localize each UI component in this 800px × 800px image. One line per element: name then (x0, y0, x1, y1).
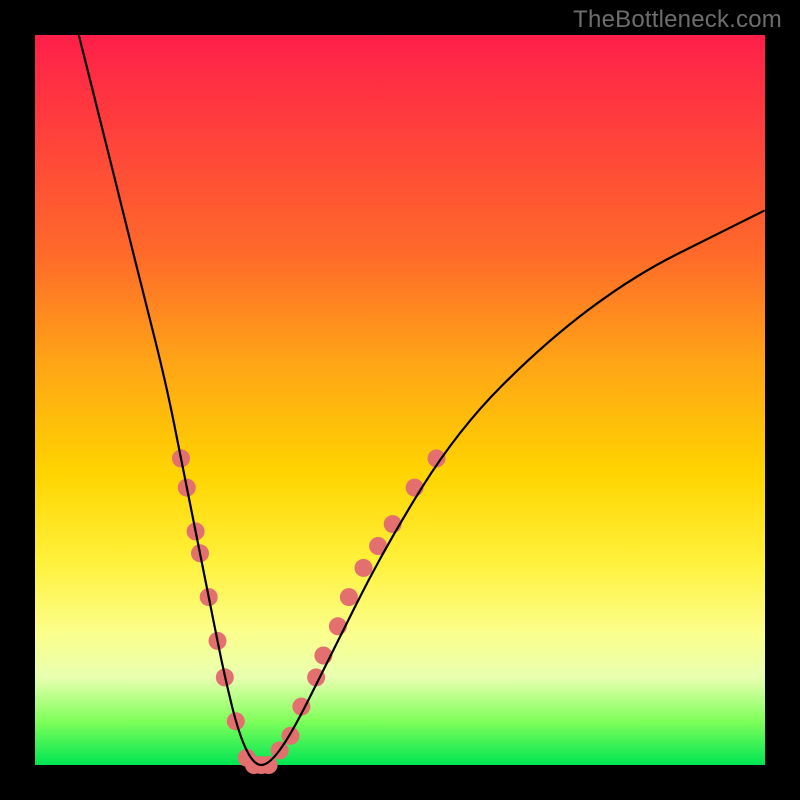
marker-dots (172, 449, 446, 774)
plot-area (35, 35, 765, 765)
watermark-text: TheBottleneck.com (573, 6, 782, 34)
chart-frame: TheBottleneck.com (0, 0, 800, 800)
bottleneck-curve (79, 35, 765, 765)
marker-dot (355, 559, 373, 577)
marker-dot (340, 588, 358, 606)
chart-svg (35, 35, 765, 765)
